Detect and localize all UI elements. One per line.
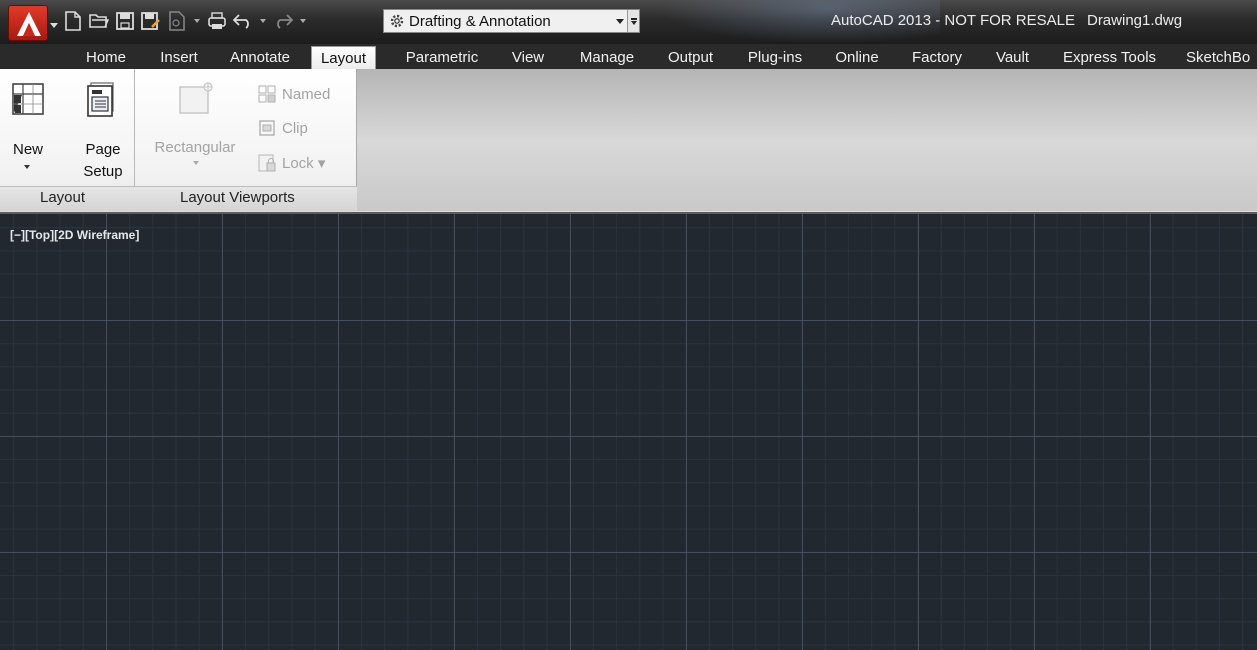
rectangular-viewport-button[interactable]: Rectangular bbox=[150, 77, 240, 181]
tab-insert[interactable]: Insert bbox=[150, 46, 208, 69]
ribbon-tabs: Home Insert Annotate Layout Parametric V… bbox=[0, 44, 1257, 69]
tab-factory[interactable]: Factory bbox=[904, 46, 970, 69]
redo-icon[interactable] bbox=[272, 10, 294, 32]
redo-dropdown[interactable] bbox=[298, 10, 308, 32]
app-title: AutoCAD 2013 - NOT FOR RESALE bbox=[831, 12, 1075, 29]
save-as-icon[interactable] bbox=[140, 10, 162, 32]
workspace-switcher[interactable]: Drafting & Annotation bbox=[383, 9, 640, 33]
viewports-panel-title[interactable]: Layout Viewports bbox=[180, 189, 295, 206]
open-icon[interactable] bbox=[88, 10, 110, 32]
page-setup-button[interactable]: Page Setup bbox=[80, 77, 126, 181]
chevron-down-icon[interactable] bbox=[613, 11, 627, 31]
page-setup-icon bbox=[85, 81, 121, 117]
undo-dropdown[interactable] bbox=[258, 10, 268, 32]
plot-preview-dropdown[interactable] bbox=[192, 10, 202, 32]
tab-express-tools[interactable]: Express Tools bbox=[1053, 46, 1166, 69]
window-title: AutoCAD 2013 - NOT FOR RESALE Drawing1.dw… bbox=[831, 12, 1182, 29]
chevron-down-icon bbox=[193, 161, 199, 165]
clip-label: Clip bbox=[282, 119, 308, 137]
named-label: Named bbox=[282, 85, 331, 103]
undo-icon[interactable] bbox=[232, 10, 254, 32]
new-layout-icon bbox=[10, 81, 46, 117]
workspace-label: Drafting & Annotation bbox=[409, 12, 551, 30]
autocad-logo-icon bbox=[8, 5, 48, 41]
tab-view[interactable]: View bbox=[504, 46, 552, 69]
visual-style-control[interactable]: [2D Wireframe] bbox=[54, 228, 139, 242]
named-viewports-icon bbox=[258, 85, 276, 103]
application-menu-button[interactable] bbox=[4, 3, 60, 43]
clip-icon bbox=[259, 120, 275, 136]
chevron-down-icon bbox=[24, 165, 30, 169]
new-layout-button[interactable]: New bbox=[5, 77, 51, 181]
lock-label: Lock ▾ bbox=[282, 155, 326, 172]
document-title: Drawing1.dwg bbox=[1086, 12, 1183, 29]
tab-layout[interactable]: Layout bbox=[311, 46, 376, 69]
view-control[interactable]: [Top] bbox=[25, 228, 54, 242]
tab-plug-ins[interactable]: Plug-ins bbox=[739, 46, 811, 69]
new-layout-label: New bbox=[12, 141, 43, 158]
viewport-minimize-control[interactable]: [−] bbox=[10, 228, 25, 242]
chevron-down-icon bbox=[50, 23, 58, 28]
tab-online[interactable]: Online bbox=[826, 46, 888, 69]
page-setup-label-line1: Page bbox=[85, 141, 121, 158]
page-setup-label-line2: Setup bbox=[83, 163, 123, 180]
rectangular-viewport-icon bbox=[177, 81, 213, 117]
plot-preview-icon[interactable] bbox=[166, 10, 188, 32]
tab-home[interactable]: Home bbox=[76, 46, 136, 69]
tab-manage[interactable]: Manage bbox=[569, 46, 645, 69]
tab-sketchbook[interactable]: SketchBo bbox=[1182, 46, 1257, 69]
lock-viewport-button[interactable]: Lock ▾ bbox=[258, 152, 325, 174]
lock-icon bbox=[258, 154, 276, 172]
save-icon[interactable] bbox=[114, 10, 136, 32]
quick-access-toolbar bbox=[62, 6, 312, 36]
layout-panel-title[interactable]: Layout bbox=[40, 189, 85, 206]
ribbon-panels: New Page Setup Rectangular Named Clip Lo… bbox=[0, 69, 357, 211]
tab-output[interactable]: Output bbox=[659, 46, 722, 69]
new-icon[interactable] bbox=[62, 10, 84, 32]
clip-viewport-button[interactable]: Clip bbox=[258, 117, 308, 139]
customize-qat-button[interactable] bbox=[627, 10, 639, 32]
rectangular-label: Rectangular bbox=[154, 139, 236, 156]
tab-vault[interactable]: Vault bbox=[986, 46, 1039, 69]
tab-annotate[interactable]: Annotate bbox=[222, 46, 298, 69]
tab-parametric[interactable]: Parametric bbox=[394, 46, 490, 69]
viewport-controls: [−] [Top] [2D Wireframe] bbox=[10, 228, 139, 242]
ribbon: New Page Setup Rectangular Named Clip Lo… bbox=[0, 69, 1257, 211]
named-viewports-button[interactable]: Named bbox=[258, 83, 330, 105]
plot-icon[interactable] bbox=[206, 10, 228, 32]
gear-icon bbox=[387, 11, 407, 31]
drawing-canvas[interactable]: [−] [Top] [2D Wireframe] bbox=[0, 214, 1257, 650]
title-bar: Drafting & Annotation AutoCAD 2013 - NOT… bbox=[0, 0, 1257, 44]
